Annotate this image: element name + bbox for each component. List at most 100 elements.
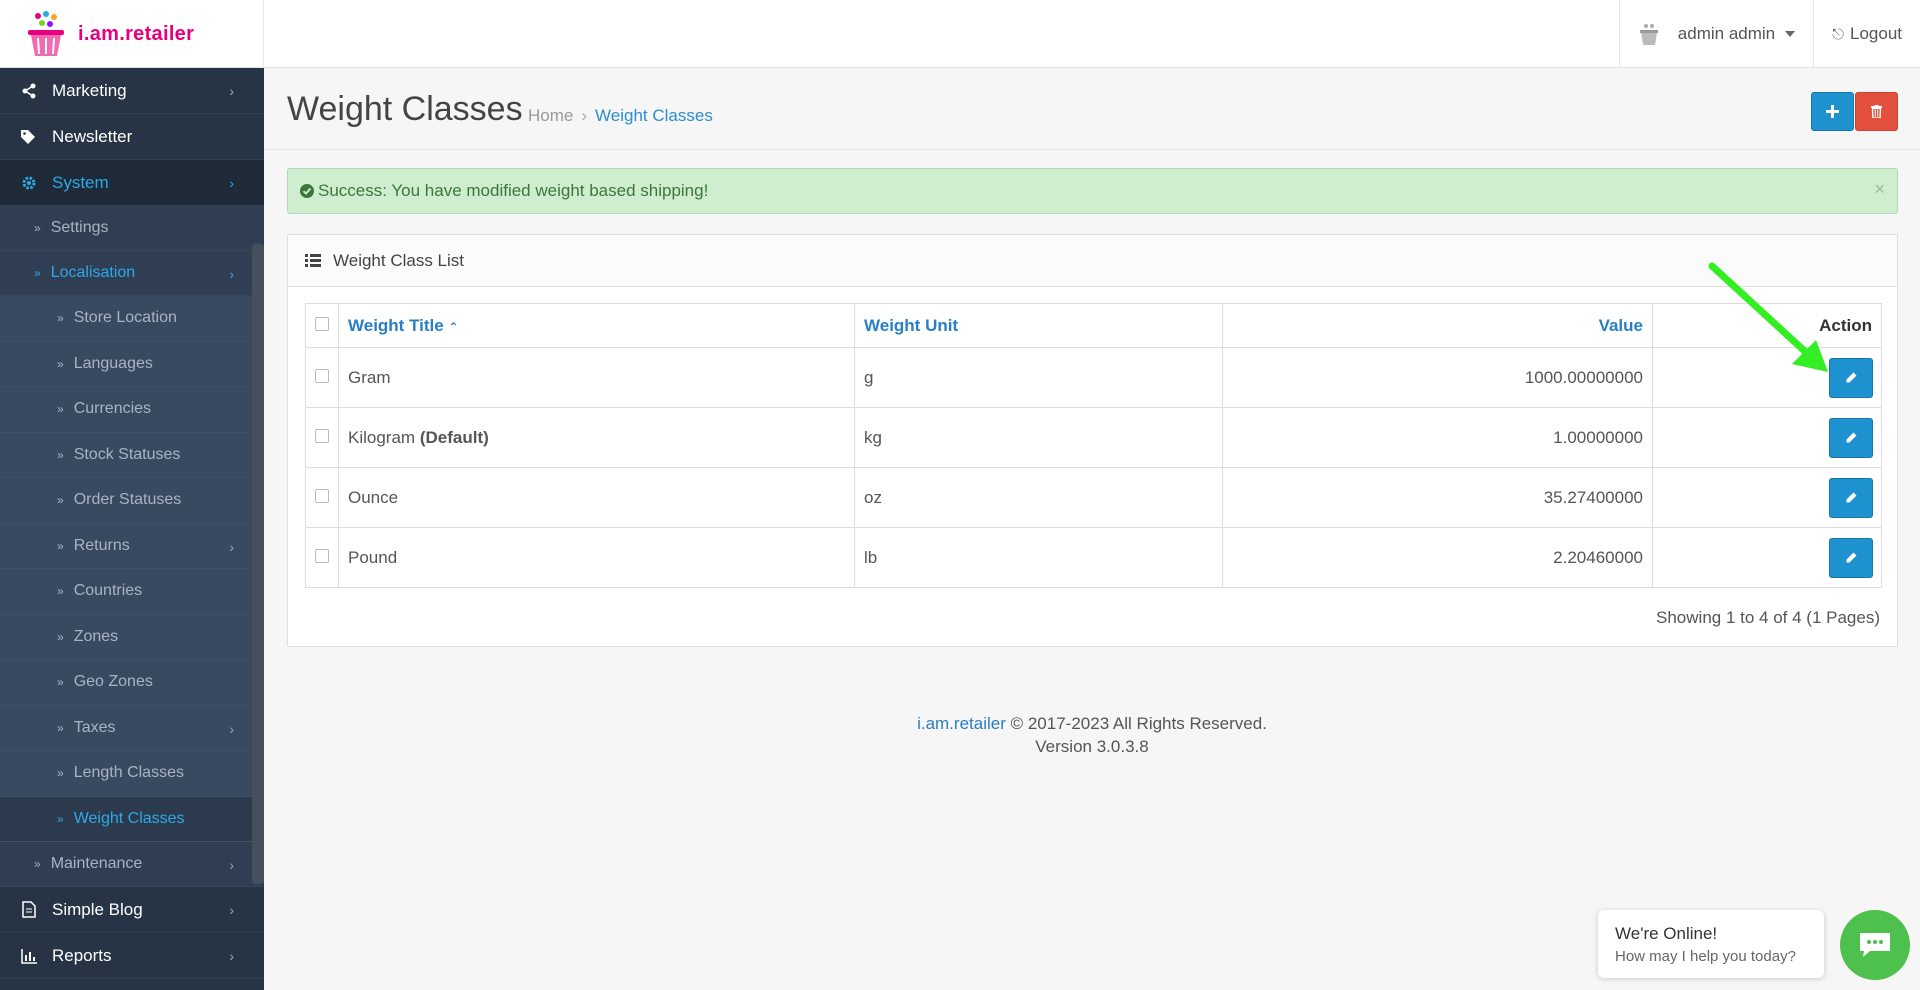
sort-value[interactable]: Value — [1222, 303, 1653, 348]
double-chevron-icon: » — [57, 493, 64, 508]
share-icon — [20, 82, 38, 100]
weight-unit-cell: kg — [854, 407, 1223, 468]
chevron-right-icon: › — [229, 902, 234, 918]
footer-copyright: i.am.retailer © 2017-2023 All Rights Res… — [264, 712, 1920, 735]
page-header: Weight Classes Home › Weight Classes — [264, 68, 1920, 150]
chat-launcher-button[interactable] — [1840, 910, 1910, 980]
sidebar-item-zones[interactable]: » Zones — [0, 614, 264, 660]
sidebar-item-label: Countries — [73, 582, 143, 600]
sort-weight-unit[interactable]: Weight Unit — [854, 303, 1223, 348]
breadcrumb-current[interactable]: Weight Classes — [595, 106, 713, 126]
sidebar-item-maintenance[interactable]: » Maintenance › — [0, 842, 264, 887]
sidebar-item-store-location[interactable]: » Store Location — [0, 296, 264, 342]
double-chevron-icon: » — [57, 447, 64, 462]
row-checkbox[interactable] — [315, 548, 329, 563]
sidebar-item-label: Settings — [50, 219, 109, 236]
user-menu[interactable]: admin admin — [1618, 0, 1813, 68]
sidebar-item-label: System — [52, 172, 109, 192]
action-cell — [1652, 407, 1882, 468]
panel-heading: Weight Class List — [288, 235, 1897, 287]
default-badge: (Default) — [419, 427, 489, 447]
top-header: i.am.retailer admin admin ⎋ Logout — [0, 0, 1920, 68]
chevron-right-icon: › — [229, 175, 234, 191]
weight-class-table: Weight Title ⌃ Weight Unit Value Action … — [305, 303, 1882, 588]
chevron-right-icon: › — [229, 83, 234, 99]
sidebar-item-taxes[interactable]: » Taxes › — [0, 705, 264, 751]
double-chevron-icon: » — [34, 221, 41, 235]
sidebar-item-geo-zones[interactable]: » Geo Zones — [0, 660, 264, 706]
weight-title: Kilogram — [348, 427, 416, 447]
brand-logo[interactable]: i.am.retailer — [0, 0, 264, 68]
add-new-button[interactable] — [1811, 92, 1854, 131]
weight-title-cell: Pound — [338, 527, 855, 588]
sidebar-item-settings[interactable]: » Settings — [0, 206, 264, 251]
sidebar-item-languages[interactable]: » Languages — [0, 341, 264, 387]
sidebar-item-weight-classes[interactable]: » Weight Classes — [0, 796, 264, 842]
success-alert: Success: You have modified weight based … — [287, 168, 1898, 214]
edit-button[interactable] — [1829, 537, 1873, 578]
delete-button[interactable] — [1855, 92, 1898, 131]
breadcrumb-home[interactable]: Home — [528, 106, 573, 126]
footer-version: Version 3.0.3.8 — [1035, 737, 1149, 756]
sort-weight-title[interactable]: Weight Title ⌃ — [338, 303, 855, 348]
select-all-checkbox[interactable] — [315, 316, 329, 331]
sidebar-item-marketing[interactable]: Marketing › — [0, 68, 264, 114]
sign-out-icon: ⎋ — [1832, 25, 1844, 43]
sidebar-item-currencies[interactable]: » Currencies — [0, 387, 264, 433]
sidebar-item-label: Languages — [73, 354, 153, 372]
sidebar-item-length-classes[interactable]: » Length Classes — [0, 751, 264, 797]
sidebar-item-returns[interactable]: » Returns › — [0, 523, 264, 569]
sidebar-item-simple-blog[interactable]: Simple Blog › — [0, 887, 264, 933]
pencil-icon — [1846, 372, 1856, 383]
weight-unit-cell: oz — [854, 467, 1223, 528]
main-content: Weight Classes Home › Weight Classes Suc… — [264, 68, 1920, 990]
action-cell — [1652, 347, 1882, 408]
footer-brand-link[interactable]: i.am.retailer — [917, 714, 1006, 733]
weight-class-list-panel: Weight Class List Weight Title ⌃ Weight … — [287, 234, 1898, 647]
table-header-row: Weight Title ⌃ Weight Unit Value Action — [305, 303, 1882, 348]
chevron-right-icon: › — [229, 948, 234, 964]
weight-title-cell: Gram — [338, 347, 855, 408]
sidebar-item-system[interactable]: System › — [0, 160, 264, 206]
sidebar-item-label: Localisation — [50, 264, 136, 281]
logout-link[interactable]: ⎋ Logout — [1813, 0, 1920, 68]
double-chevron-icon: » — [57, 766, 64, 781]
action-header: Action — [1652, 303, 1882, 348]
sidebar-item-countries[interactable]: » Countries — [0, 569, 264, 615]
sidebar-item-newsletter[interactable]: Newsletter — [0, 114, 264, 160]
double-chevron-icon: » — [57, 402, 64, 417]
sidebar-item-order-statuses[interactable]: » Order Statuses — [0, 478, 264, 524]
chat-bubble[interactable]: We're Online! How may I help you today? — [1598, 910, 1824, 978]
close-icon[interactable]: × — [1874, 179, 1885, 200]
edit-button[interactable] — [1829, 477, 1873, 518]
row-checkbox[interactable] — [315, 488, 329, 503]
double-chevron-icon: » — [57, 675, 64, 690]
weight-title-cell: Kilogram (Default) — [338, 407, 855, 468]
chat-line-2: How may I help you today? — [1615, 948, 1796, 965]
double-chevron-icon: » — [57, 356, 64, 371]
edit-button[interactable] — [1829, 417, 1873, 458]
chevron-right-icon: › — [229, 266, 234, 282]
double-chevron-icon: » — [34, 857, 41, 871]
footer-copyright-text: © 2017-2023 All Rights Reserved. — [1005, 714, 1267, 733]
weight-title-cell: Ounce — [338, 467, 855, 528]
sort-asc-icon: ⌃ — [448, 319, 459, 334]
row-checkbox-cell — [305, 407, 339, 468]
double-chevron-icon: » — [57, 311, 64, 326]
sidebar-item-stock-statuses[interactable]: » Stock Statuses — [0, 432, 264, 478]
sidebar-scrollbar[interactable] — [252, 244, 264, 884]
sidebar-item-reports[interactable]: Reports › — [0, 933, 264, 979]
edit-button[interactable] — [1829, 357, 1873, 398]
chevron-right-icon: › — [229, 857, 234, 873]
action-cell — [1652, 527, 1882, 588]
sidebar-item-label: Maintenance — [50, 855, 143, 872]
value-cell: 1.00000000 — [1222, 407, 1653, 468]
sidebar-item-label: Order Statuses — [73, 491, 182, 509]
header-label: Weight Title — [348, 315, 444, 335]
sidebar-item-localisation[interactable]: » Localisation › — [0, 251, 264, 296]
row-checkbox[interactable] — [315, 428, 329, 443]
sidebar-item-label: Store Location — [73, 309, 177, 327]
plus-icon — [1826, 105, 1839, 118]
select-all-cell — [305, 303, 339, 348]
row-checkbox[interactable] — [315, 368, 329, 383]
